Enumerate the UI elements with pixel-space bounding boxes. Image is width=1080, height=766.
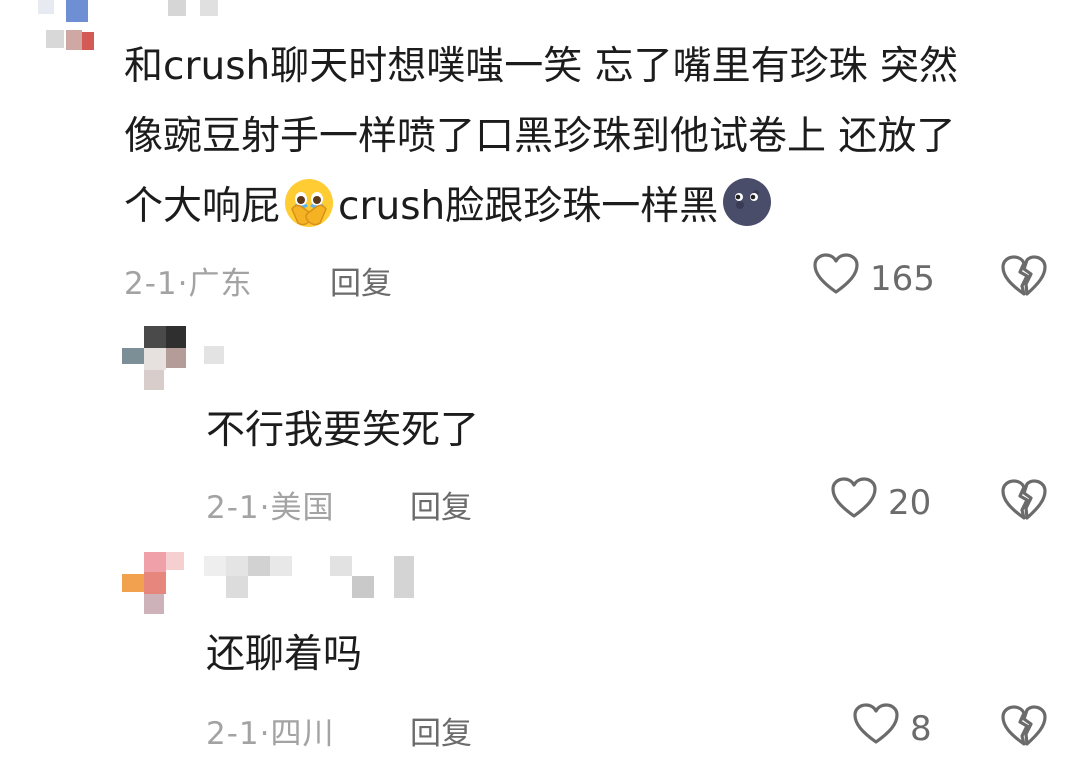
reply-button[interactable]: 回复 <box>410 482 472 527</box>
like-button[interactable]: 165 <box>812 252 935 305</box>
username[interactable] <box>204 346 234 366</box>
heart-icon <box>852 702 900 755</box>
like-count: 165 <box>870 258 935 299</box>
broken-heart-icon <box>1000 255 1048 302</box>
heart-icon <box>830 476 878 529</box>
comment-location: 美国 <box>270 490 335 526</box>
avatar[interactable] <box>122 326 186 390</box>
like-button[interactable]: 8 <box>852 702 932 755</box>
new-moon-face-icon <box>720 175 774 252</box>
comment-meta: 2-1·四川 <box>206 708 335 753</box>
reply-button[interactable]: 回复 <box>330 258 392 303</box>
like-button[interactable]: 20 <box>830 476 931 529</box>
dislike-button[interactable] <box>1000 478 1048 526</box>
broken-heart-icon <box>1000 479 1048 526</box>
comment-line-3: 个大响屁 crush脸跟珍珠一样黑 <box>124 172 958 252</box>
comment-date: 2-1· <box>124 266 189 302</box>
comment-meta: 2-1·美国 <box>206 482 335 527</box>
dislike-button[interactable] <box>1000 704 1048 752</box>
comment-date: 2-1· <box>206 490 271 526</box>
comment-line-3-end: crush脸跟珍珠一样黑 <box>338 184 719 229</box>
comment-location: 四川 <box>270 716 335 752</box>
comment-date: 2-1· <box>206 716 271 752</box>
dislike-button[interactable] <box>1000 254 1048 302</box>
comment-line-3-start: 个大响屁 <box>124 184 281 229</box>
comment-text: 和crush聊天时想噗嗤一笑 忘了嘴里有珍珠 突然 像豌豆射手一样喷了口黑珍珠到… <box>124 32 958 252</box>
reply-button[interactable]: 回复 <box>410 708 472 753</box>
comment-line-2: 像豌豆射手一样喷了口黑珍珠到他试卷上 还放了 <box>124 114 956 159</box>
comment-text: 还聊着吗 <box>206 632 363 677</box>
like-count: 20 <box>888 482 932 523</box>
comment-location: 广东 <box>188 266 253 302</box>
username[interactable] <box>204 556 424 602</box>
username[interactable] <box>160 0 240 18</box>
comment-line-1: 和crush聊天时想噗嗤一笑 忘了嘴里有珍珠 突然 <box>124 44 959 89</box>
face-holding-back-tears-icon <box>282 175 336 252</box>
comment-text: 不行我要笑死了 <box>206 408 480 453</box>
heart-icon <box>812 252 860 305</box>
avatar[interactable] <box>28 0 94 60</box>
comment-meta: 2-1·广东 <box>124 258 253 303</box>
broken-heart-icon <box>1000 705 1048 752</box>
like-count: 8 <box>910 708 932 749</box>
avatar[interactable] <box>122 552 186 616</box>
